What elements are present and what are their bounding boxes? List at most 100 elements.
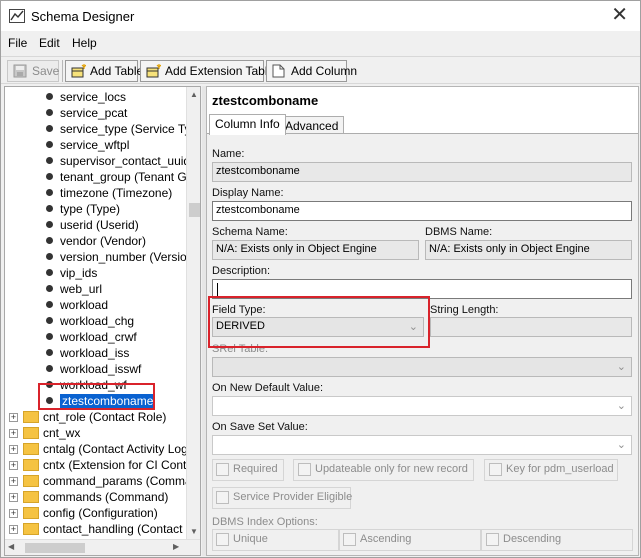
expand-icon[interactable]: + bbox=[9, 413, 18, 422]
add-column-label: Add Column bbox=[291, 64, 358, 78]
ascending-checkbox[interactable]: Ascending bbox=[343, 532, 411, 548]
field-type-select[interactable]: DERIVED ⌄ bbox=[212, 317, 424, 337]
display-name-label: Display Name: bbox=[212, 187, 284, 199]
tree-column-item[interactable]: vip_ids bbox=[46, 265, 97, 281]
tree-table-item[interactable]: + cntalg (Contact Activity Log) bbox=[5, 441, 192, 457]
tree-table-item[interactable]: + cnt_wx bbox=[5, 425, 186, 441]
on-save-set-select[interactable]: ⌄ bbox=[212, 435, 632, 455]
tree-table-item[interactable]: + contact_handling (Contact Ha bbox=[5, 521, 200, 537]
tree-column-item[interactable]: version_number (Version bbox=[46, 249, 194, 265]
menu-edit[interactable]: Edit bbox=[39, 36, 60, 50]
tree-column-item[interactable]: workload_iss bbox=[46, 345, 130, 361]
tree-column-item[interactable]: service_pcat bbox=[46, 105, 127, 121]
bullet-icon bbox=[46, 365, 53, 372]
chevron-down-icon: ⌄ bbox=[616, 361, 626, 373]
dbms-index-options-label: DBMS Index Options: bbox=[212, 516, 318, 528]
field-type-value: DERIVED bbox=[216, 320, 265, 332]
add-table-button[interactable]: Add Table bbox=[65, 60, 143, 82]
dbms-name-label: DBMS Name: bbox=[425, 226, 493, 238]
key-checkbox[interactable]: Key for pdm_userload bbox=[489, 462, 614, 478]
add-extension-table-button[interactable]: Add Extension Table bbox=[140, 60, 274, 82]
schema-tree[interactable]: service_locs service_pcat service_type (Se… bbox=[4, 86, 201, 556]
scrollbar-thumb[interactable] bbox=[189, 203, 200, 217]
close-icon[interactable]: ✕ bbox=[611, 4, 628, 26]
tree-column-item[interactable]: workload_crwf bbox=[46, 329, 137, 345]
description-field[interactable] bbox=[212, 279, 632, 299]
scroll-left-icon[interactable]: ◀ bbox=[8, 542, 14, 551]
tree-column-item[interactable]: vendor (Vendor) bbox=[46, 233, 146, 249]
expand-icon[interactable]: + bbox=[9, 477, 18, 486]
name-field: ztestcomboname bbox=[212, 162, 632, 182]
folder-icon bbox=[23, 427, 39, 439]
service-provider-checkbox[interactable]: Service Provider Eligible bbox=[216, 490, 352, 506]
tree-column-item[interactable]: service_locs bbox=[46, 89, 126, 105]
tree-column-item[interactable]: service_wftpl bbox=[46, 137, 129, 153]
on-new-default-select[interactable]: ⌄ bbox=[212, 396, 632, 416]
tree-column-item-selected[interactable]: ztestcomboname bbox=[46, 393, 156, 409]
checkbox-box bbox=[489, 463, 502, 476]
tree-table-item[interactable]: + commands (Command) bbox=[5, 489, 186, 505]
tree-item-label: config (Configuration) bbox=[43, 506, 158, 520]
unique-checkbox[interactable]: Unique bbox=[216, 532, 268, 548]
tree-column-item[interactable]: userid (Userid) bbox=[46, 217, 139, 233]
title-bar: Schema Designer ✕ bbox=[1, 1, 640, 31]
add-table-label: Add Table bbox=[90, 64, 144, 78]
name-label: Name: bbox=[212, 148, 245, 160]
tree-horizontal-scrollbar[interactable]: ◀ ▶ bbox=[5, 539, 200, 555]
tab-column-info[interactable]: Column Info bbox=[209, 114, 286, 135]
bullet-icon bbox=[46, 269, 53, 276]
service-provider-label: Service Provider Eligible bbox=[233, 491, 353, 503]
tree-item-label: version_number (Version bbox=[60, 250, 194, 264]
tree-table-item[interactable]: + cntx (Extension for CI Contac bbox=[5, 457, 199, 473]
display-name-field[interactable]: ztestcomboname bbox=[212, 201, 632, 221]
expand-icon[interactable]: + bbox=[9, 509, 18, 518]
tree-column-item[interactable]: workload_wf bbox=[46, 377, 127, 393]
updateable-checkbox[interactable]: Updateable only for new record bbox=[298, 462, 468, 478]
menu-file[interactable]: File bbox=[8, 36, 27, 50]
updateable-label: Updateable only for new record bbox=[315, 463, 468, 475]
tree-column-item[interactable]: workload_isswf bbox=[46, 361, 141, 377]
save-button[interactable]: Save bbox=[7, 60, 59, 82]
expand-icon[interactable]: + bbox=[9, 429, 18, 438]
tree-column-item[interactable]: timezone (Timezone) bbox=[46, 185, 172, 201]
add-extension-table-label: Add Extension Table bbox=[165, 64, 275, 78]
expand-icon[interactable]: + bbox=[9, 493, 18, 502]
tree-table-item[interactable]: + config (Configuration) bbox=[5, 505, 186, 521]
tree-column-item[interactable]: workload bbox=[46, 297, 108, 313]
bullet-icon bbox=[46, 381, 53, 388]
scroll-down-icon[interactable]: ▼ bbox=[190, 527, 198, 536]
tree-item-label: web_url bbox=[60, 282, 103, 296]
scroll-right-icon[interactable]: ▶ bbox=[173, 542, 179, 551]
tab-advanced[interactable]: Advanced bbox=[279, 116, 345, 134]
tree-item-label: type (Type) bbox=[60, 202, 121, 216]
scrollbar-thumb[interactable] bbox=[25, 543, 85, 553]
expand-icon[interactable]: + bbox=[9, 461, 18, 470]
tree-column-item[interactable]: web_url bbox=[46, 281, 103, 297]
tree-item-label: contact_handling (Contact Ha bbox=[43, 522, 201, 536]
tree-column-item[interactable]: tenant_group (Tenant Gro bbox=[46, 169, 197, 185]
tree-vertical-scrollbar[interactable]: ▲ ▼ bbox=[186, 87, 200, 539]
tree-column-item[interactable]: supervisor_contact_uuid ( bbox=[46, 153, 197, 169]
tree-column-item[interactable]: type (Type) bbox=[46, 201, 121, 217]
chevron-down-icon: ⌄ bbox=[408, 321, 418, 333]
required-checkbox[interactable]: Required bbox=[216, 462, 278, 478]
tree-table-item[interactable]: + command_params (Command bbox=[5, 473, 200, 489]
expand-icon[interactable]: + bbox=[9, 445, 18, 454]
add-column-button[interactable]: Add Column bbox=[266, 60, 357, 82]
expand-icon[interactable]: + bbox=[9, 525, 18, 534]
tree-column-item[interactable]: workload_chg bbox=[46, 313, 134, 329]
required-label: Required bbox=[233, 463, 278, 475]
tree-table-item[interactable]: + cnt_role (Contact Role) bbox=[5, 409, 186, 425]
scroll-up-icon[interactable]: ▲ bbox=[190, 90, 198, 99]
menu-help[interactable]: Help bbox=[72, 36, 97, 50]
schema-name-field: N/A: Exists only in Object Engine bbox=[212, 240, 419, 260]
app-icon bbox=[9, 9, 25, 23]
bullet-icon bbox=[46, 173, 53, 180]
bullet-icon bbox=[46, 349, 53, 356]
tree-item-label: workload_iss bbox=[60, 346, 130, 360]
tree-column-item[interactable]: service_type (Service Typ bbox=[46, 121, 197, 137]
folder-icon bbox=[23, 523, 39, 535]
descending-checkbox[interactable]: Descending bbox=[486, 532, 561, 548]
tree-item-label: commands (Command) bbox=[43, 490, 169, 504]
checkbox-box bbox=[298, 463, 311, 476]
